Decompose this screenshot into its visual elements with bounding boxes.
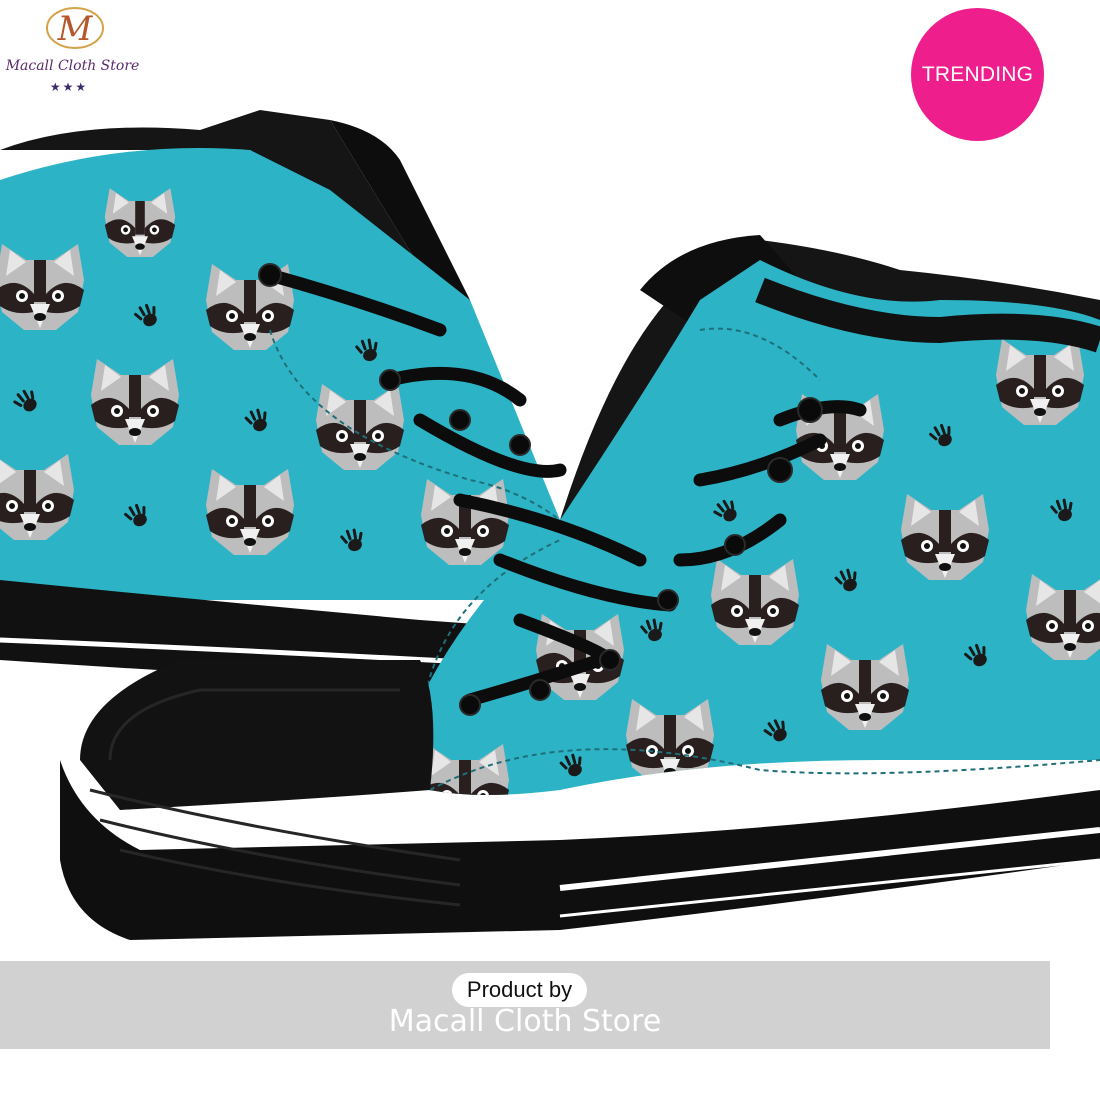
svg-text:M: M xyxy=(57,9,94,49)
product-by-label: Product by xyxy=(452,973,587,1007)
logo-store-name: Macall Cloth Store xyxy=(5,58,140,74)
store-logo: M Macall Cloth Store ★★★ xyxy=(0,0,150,100)
logo-monogram-icon: M xyxy=(46,7,104,49)
sneaker-photo xyxy=(0,110,1100,940)
trending-badge: TRENDING xyxy=(911,8,1044,141)
caption-store-name: Macall Cloth Store xyxy=(388,1004,662,1039)
logo-stars: ★★★ xyxy=(49,80,89,94)
